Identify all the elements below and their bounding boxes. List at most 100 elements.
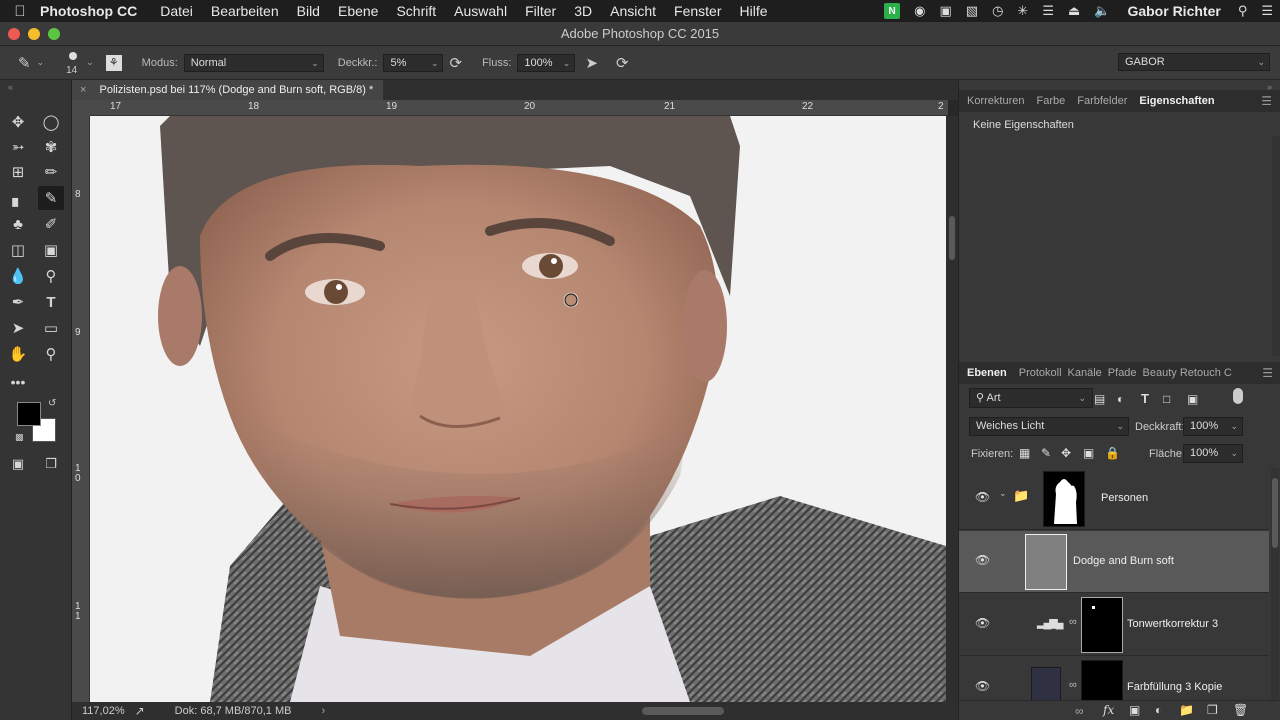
- lock-all-icon[interactable]: 🔒: [1105, 446, 1120, 460]
- cast-icon[interactable]: ◉: [914, 3, 925, 19]
- visibility-eye-icon[interactable]: 👁: [975, 616, 990, 630]
- tab-farbfelder[interactable]: Farbfelder: [1077, 95, 1127, 107]
- message-icon[interactable]: ▣: [939, 3, 951, 19]
- tab-ebenen[interactable]: Ebenen: [967, 367, 1007, 379]
- path-selection-tool-icon[interactable]: ➤: [5, 316, 31, 340]
- scrollbar-thumb[interactable]: [949, 216, 955, 260]
- more-tools-icon[interactable]: •••: [5, 370, 31, 394]
- mask-link-icon[interactable]: ∞: [1069, 679, 1077, 691]
- user-name[interactable]: Gabor Richter: [1127, 3, 1220, 19]
- eject-icon[interactable]: ⏏: [1068, 3, 1080, 19]
- layer-row-dodge-and-burn-soft[interactable]: 👁 Dodge and Burn soft: [959, 531, 1269, 593]
- lasso-tool-icon[interactable]: ➳: [5, 135, 31, 159]
- chevron-down-icon[interactable]: ⌄: [999, 488, 1007, 499]
- layer-name[interactable]: Dodge and Burn soft: [1073, 555, 1174, 567]
- filter-type-icon[interactable]: T: [1141, 391, 1149, 406]
- visibility-eye-icon[interactable]: 👁: [975, 553, 990, 567]
- layer-row-tonwertkorrektur-3[interactable]: 👁 ▂▄▆▄ ∞ Tonwertkorrektur 3: [959, 594, 1269, 656]
- layer-mask-thumbnail[interactable]: [1081, 660, 1123, 700]
- lock-position-icon[interactable]: ✥: [1061, 446, 1071, 460]
- panel-menu-icon[interactable]: ☰: [1261, 94, 1272, 108]
- eraser-tool-icon[interactable]: ◫: [5, 238, 31, 262]
- dodge-tool-icon[interactable]: ⚲: [38, 264, 64, 288]
- tab-eigenschaften[interactable]: Eigenschaften: [1139, 95, 1214, 107]
- history-brush-tool-icon[interactable]: ✐: [38, 212, 64, 236]
- new-adjustment-layer-icon[interactable]: ◐: [1155, 703, 1162, 717]
- layer-name[interactable]: Farbfüllung 3 Kopie: [1127, 681, 1222, 693]
- tab-korrekturen[interactable]: Korrekturen: [967, 95, 1024, 107]
- gradient-tool-icon[interactable]: ▣: [38, 238, 64, 262]
- close-icon[interactable]: ×: [80, 84, 86, 96]
- quick-mask-icon[interactable]: ▣: [5, 452, 31, 476]
- chevron-right-icon[interactable]: ›: [321, 705, 325, 717]
- pen-tool-icon[interactable]: ✒: [5, 290, 31, 314]
- hand-tool-icon[interactable]: ✋: [5, 342, 31, 366]
- screen-mode-icon[interactable]: ❐: [38, 452, 64, 476]
- mode-select[interactable]: Normal ⌄: [183, 53, 324, 72]
- new-group-icon[interactable]: 📁: [1179, 703, 1194, 717]
- layers-scrollbar[interactable]: [1271, 468, 1279, 700]
- fill-color-thumbnail[interactable]: [1031, 667, 1061, 700]
- mask-link-icon[interactable]: ∞: [1069, 616, 1077, 628]
- layer-row-personen[interactable]: 👁 ⌄ 📁 Personen: [959, 468, 1269, 530]
- scrollbar-thumb[interactable]: [1272, 478, 1278, 548]
- properties-scrollbar[interactable]: [1272, 136, 1280, 356]
- workspace-select[interactable]: GABOR ⌄: [1118, 53, 1270, 71]
- quick-selection-tool-icon[interactable]: ✾: [38, 135, 64, 159]
- tab-beauty-retouch[interactable]: Beauty Retouch C: [1143, 367, 1232, 379]
- layer-row-farbfuellung-3-kopie[interactable]: 👁 ∞ Farbfüllung 3 Kopie: [959, 657, 1269, 700]
- document-tab[interactable]: × Polizisten.psd bei 117% (Dodge and Bur…: [72, 80, 384, 100]
- healing-brush-tool-icon[interactable]: ▖: [5, 186, 31, 210]
- horizontal-ruler[interactable]: 17 18 19 20 21 22 2: [90, 100, 948, 116]
- airbrush-icon[interactable]: ➤: [585, 54, 598, 72]
- filter-shape-icon[interactable]: □: [1163, 392, 1170, 406]
- eyedropper-tool-icon[interactable]: ✏: [38, 160, 64, 184]
- blur-tool-icon[interactable]: 💧: [5, 264, 31, 288]
- menu-filter[interactable]: Filter: [525, 3, 556, 19]
- crop-tool-icon[interactable]: ⊞: [5, 160, 31, 184]
- close-window-icon[interactable]: [8, 28, 20, 40]
- layer-name[interactable]: Tonwertkorrektur 3: [1127, 618, 1218, 630]
- layer-opacity-field[interactable]: 100% ⌄: [1183, 417, 1243, 436]
- layer-name[interactable]: Personen: [1101, 492, 1148, 504]
- spotlight-icon[interactable]: ⚲: [1238, 3, 1248, 19]
- blend-mode-select[interactable]: Weiches Licht ⌄: [969, 417, 1129, 436]
- battery-icon[interactable]: ▧: [966, 3, 978, 19]
- layer-thumbnail[interactable]: [1043, 471, 1085, 527]
- lock-pixels-icon[interactable]: ✎: [1041, 446, 1051, 460]
- filter-adjustment-icon[interactable]: ◐: [1117, 392, 1124, 406]
- layer-style-fx-icon[interactable]: fx: [1103, 703, 1114, 717]
- menu-bearbeiten[interactable]: Bearbeiten: [211, 3, 279, 19]
- menu-3d[interactable]: 3D: [574, 3, 592, 19]
- menu-ebene[interactable]: Ebene: [338, 3, 378, 19]
- pressure-size-icon[interactable]: ⟳: [616, 54, 629, 72]
- brush-tool-preset-icon[interactable]: ✎: [18, 54, 31, 72]
- default-colors-icon[interactable]: ▩: [15, 432, 24, 443]
- ruler-origin[interactable]: [72, 100, 90, 116]
- filter-smart-object-icon[interactable]: ▣: [1187, 392, 1198, 406]
- pressure-opacity-icon[interactable]: ⟳: [449, 54, 462, 72]
- volume-icon[interactable]: 🔈: [1094, 3, 1110, 19]
- brush-panel-toggle-icon[interactable]: ⚘: [105, 54, 122, 71]
- clone-stamp-tool-icon[interactable]: ♣: [5, 212, 31, 236]
- brush-size-picker[interactable]: 14: [66, 49, 82, 77]
- move-tool-icon[interactable]: ✥: [5, 110, 31, 134]
- menu-schrift[interactable]: Schrift: [396, 3, 436, 19]
- flow-field[interactable]: 100% ⌄: [517, 53, 576, 72]
- menu-auswahl[interactable]: Auswahl: [454, 3, 507, 19]
- wifi-icon[interactable]: ☰: [1042, 3, 1054, 19]
- minimize-window-icon[interactable]: [28, 28, 40, 40]
- zoom-tool-icon[interactable]: ⚲: [38, 342, 64, 366]
- layer-filter-select[interactable]: ⚲ Art ⌄: [969, 388, 1093, 408]
- menu-ansicht[interactable]: Ansicht: [610, 3, 656, 19]
- document-canvas[interactable]: [90, 116, 946, 702]
- opacity-field[interactable]: 5% ⌄: [383, 53, 444, 72]
- type-tool-icon[interactable]: T: [38, 290, 64, 314]
- panel-menu-icon[interactable]: ☰: [1262, 366, 1273, 380]
- rectangle-tool-icon[interactable]: ▭: [38, 316, 64, 340]
- apple-icon[interactable]: : [0, 3, 40, 20]
- menu-hilfe[interactable]: Hilfe: [740, 3, 768, 19]
- zoom-window-icon[interactable]: [48, 28, 60, 40]
- layer-mask-thumbnail[interactable]: [1081, 597, 1123, 653]
- menu-app-name[interactable]: Photoshop CC: [40, 3, 137, 19]
